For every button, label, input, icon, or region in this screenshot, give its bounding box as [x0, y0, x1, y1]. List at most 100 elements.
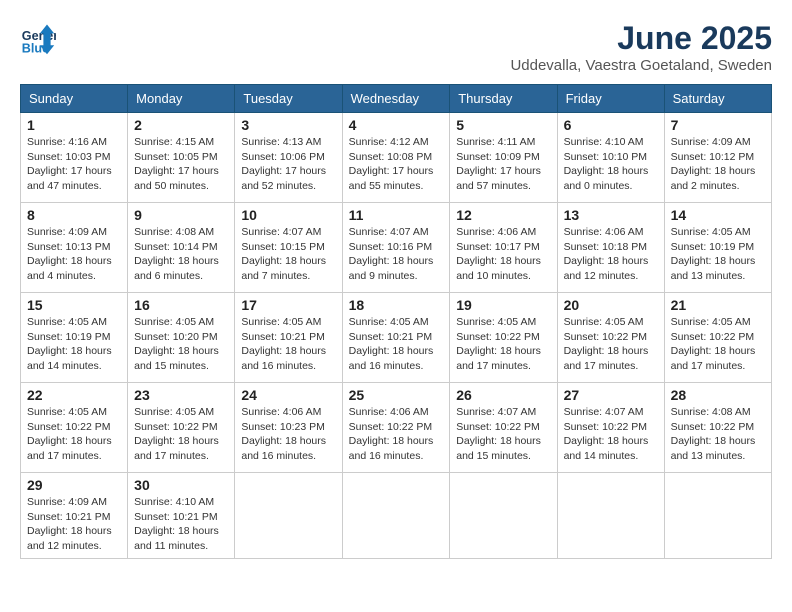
day-number: 1	[27, 117, 121, 133]
day-info: Sunrise: 4:09 AM Sunset: 10:21 PM Daylig…	[27, 495, 121, 554]
calendar-cell: 15 Sunrise: 4:05 AM Sunset: 10:19 PM Dayl…	[21, 293, 128, 383]
day-number: 23	[134, 387, 228, 403]
day-info: Sunrise: 4:06 AM Sunset: 10:18 PM Daylig…	[564, 225, 658, 284]
calendar-week-row: 1 Sunrise: 4:16 AM Sunset: 10:03 PM Dayli…	[21, 113, 772, 203]
day-info: Sunrise: 4:08 AM Sunset: 10:22 PM Daylig…	[671, 405, 765, 464]
calendar-cell: 21 Sunrise: 4:05 AM Sunset: 10:22 PM Dayl…	[664, 293, 771, 383]
calendar-cell: 27 Sunrise: 4:07 AM Sunset: 10:22 PM Dayl…	[557, 383, 664, 473]
calendar-cell: 11 Sunrise: 4:07 AM Sunset: 10:16 PM Dayl…	[342, 203, 450, 293]
calendar-week-row: 29 Sunrise: 4:09 AM Sunset: 10:21 PM Dayl…	[21, 473, 772, 559]
day-number: 16	[134, 297, 228, 313]
day-info: Sunrise: 4:08 AM Sunset: 10:14 PM Daylig…	[134, 225, 228, 284]
day-info: Sunrise: 4:05 AM Sunset: 10:21 PM Daylig…	[349, 315, 444, 374]
day-number: 6	[564, 117, 658, 133]
day-number: 14	[671, 207, 765, 223]
weekday-header-sunday: Sunday	[21, 85, 128, 113]
day-info: Sunrise: 4:11 AM Sunset: 10:09 PM Daylig…	[456, 135, 550, 194]
day-info: Sunrise: 4:05 AM Sunset: 10:22 PM Daylig…	[671, 315, 765, 374]
calendar-cell: 4Sunrise: 4:12 AM Sunset: 10:08 PM Dayli…	[342, 113, 450, 203]
day-number: 9	[134, 207, 228, 223]
day-info: Sunrise: 4:10 AM Sunset: 10:10 PM Daylig…	[564, 135, 658, 194]
day-number: 22	[27, 387, 121, 403]
calendar-week-row: 22 Sunrise: 4:05 AM Sunset: 10:22 PM Dayl…	[21, 383, 772, 473]
location-title: Uddevalla, Vaestra Goetaland, Sweden	[510, 57, 772, 74]
day-info: Sunrise: 4:05 AM Sunset: 10:21 PM Daylig…	[241, 315, 335, 374]
day-info: Sunrise: 4:07 AM Sunset: 10:16 PM Daylig…	[349, 225, 444, 284]
day-number: 30	[134, 477, 228, 493]
day-number: 5	[456, 117, 550, 133]
calendar-cell: 8Sunrise: 4:09 AM Sunset: 10:13 PM Dayli…	[21, 203, 128, 293]
day-info: Sunrise: 4:07 AM Sunset: 10:22 PM Daylig…	[456, 405, 550, 464]
day-number: 10	[241, 207, 335, 223]
month-title: June 2025	[510, 20, 772, 57]
calendar-cell: 19Sunrise: 4:05 AM Sunset: 10:22 PM Dayl…	[450, 293, 557, 383]
calendar-cell	[342, 473, 450, 559]
calendar-cell: 30Sunrise: 4:10 AM Sunset: 10:21 PM Dayl…	[128, 473, 235, 559]
day-number: 26	[456, 387, 550, 403]
calendar-cell: 14 Sunrise: 4:05 AM Sunset: 10:19 PM Dayl…	[664, 203, 771, 293]
calendar-cell: 18 Sunrise: 4:05 AM Sunset: 10:21 PM Dayl…	[342, 293, 450, 383]
calendar-week-row: 8Sunrise: 4:09 AM Sunset: 10:13 PM Dayli…	[21, 203, 772, 293]
calendar-cell	[235, 473, 342, 559]
day-info: Sunrise: 4:16 AM Sunset: 10:03 PM Daylig…	[27, 135, 121, 194]
day-info: Sunrise: 4:15 AM Sunset: 10:05 PM Daylig…	[134, 135, 228, 194]
day-number: 25	[349, 387, 444, 403]
day-info: Sunrise: 4:05 AM Sunset: 10:19 PM Daylig…	[27, 315, 121, 374]
calendar-cell	[450, 473, 557, 559]
calendar-cell	[664, 473, 771, 559]
day-number: 21	[671, 297, 765, 313]
day-number: 3	[241, 117, 335, 133]
day-info: Sunrise: 4:12 AM Sunset: 10:08 PM Daylig…	[349, 135, 444, 194]
weekday-header-row: SundayMondayTuesdayWednesdayThursdayFrid…	[21, 85, 772, 113]
calendar-cell	[557, 473, 664, 559]
day-number: 15	[27, 297, 121, 313]
day-number: 28	[671, 387, 765, 403]
calendar-cell: 2 Sunrise: 4:15 AM Sunset: 10:05 PM Dayli…	[128, 113, 235, 203]
calendar-cell: 25Sunrise: 4:06 AM Sunset: 10:22 PM Dayl…	[342, 383, 450, 473]
day-number: 7	[671, 117, 765, 133]
weekday-header-wednesday: Wednesday	[342, 85, 450, 113]
day-info: Sunrise: 4:06 AM Sunset: 10:23 PM Daylig…	[241, 405, 335, 464]
day-number: 20	[564, 297, 658, 313]
day-number: 24	[241, 387, 335, 403]
calendar-cell: 16 Sunrise: 4:05 AM Sunset: 10:20 PM Dayl…	[128, 293, 235, 383]
day-info: Sunrise: 4:06 AM Sunset: 10:17 PM Daylig…	[456, 225, 550, 284]
page-header: General Blue June 2025 Uddevalla, Vaestr…	[20, 20, 772, 74]
logo: General Blue	[20, 20, 60, 56]
day-number: 29	[27, 477, 121, 493]
calendar-cell: 20 Sunrise: 4:05 AM Sunset: 10:22 PM Dayl…	[557, 293, 664, 383]
day-info: Sunrise: 4:05 AM Sunset: 10:19 PM Daylig…	[671, 225, 765, 284]
day-info: Sunrise: 4:05 AM Sunset: 10:20 PM Daylig…	[134, 315, 228, 374]
calendar-cell: 12Sunrise: 4:06 AM Sunset: 10:17 PM Dayl…	[450, 203, 557, 293]
calendar-cell: 24 Sunrise: 4:06 AM Sunset: 10:23 PM Dayl…	[235, 383, 342, 473]
calendar-cell: 1 Sunrise: 4:16 AM Sunset: 10:03 PM Dayli…	[21, 113, 128, 203]
day-info: Sunrise: 4:05 AM Sunset: 10:22 PM Daylig…	[456, 315, 550, 374]
day-number: 13	[564, 207, 658, 223]
title-area: June 2025 Uddevalla, Vaestra Goetaland, …	[510, 20, 772, 74]
day-number: 27	[564, 387, 658, 403]
calendar-cell: 13 Sunrise: 4:06 AM Sunset: 10:18 PM Dayl…	[557, 203, 664, 293]
day-number: 17	[241, 297, 335, 313]
calendar-cell: 7 Sunrise: 4:09 AM Sunset: 10:12 PM Dayli…	[664, 113, 771, 203]
day-info: Sunrise: 4:07 AM Sunset: 10:22 PM Daylig…	[564, 405, 658, 464]
calendar-cell: 9 Sunrise: 4:08 AM Sunset: 10:14 PM Dayli…	[128, 203, 235, 293]
calendar-cell: 29 Sunrise: 4:09 AM Sunset: 10:21 PM Dayl…	[21, 473, 128, 559]
logo-icon: General Blue	[20, 20, 56, 56]
day-info: Sunrise: 4:07 AM Sunset: 10:15 PM Daylig…	[241, 225, 335, 284]
day-number: 11	[349, 207, 444, 223]
day-number: 18	[349, 297, 444, 313]
calendar-cell: 5 Sunrise: 4:11 AM Sunset: 10:09 PM Dayli…	[450, 113, 557, 203]
day-number: 2	[134, 117, 228, 133]
day-info: Sunrise: 4:05 AM Sunset: 10:22 PM Daylig…	[134, 405, 228, 464]
calendar-cell: 3 Sunrise: 4:13 AM Sunset: 10:06 PM Dayli…	[235, 113, 342, 203]
day-number: 8	[27, 207, 121, 223]
calendar-cell: 22Sunrise: 4:05 AM Sunset: 10:22 PM Dayl…	[21, 383, 128, 473]
calendar-cell: 23 Sunrise: 4:05 AM Sunset: 10:22 PM Dayl…	[128, 383, 235, 473]
day-info: Sunrise: 4:09 AM Sunset: 10:12 PM Daylig…	[671, 135, 765, 194]
day-info: Sunrise: 4:05 AM Sunset: 10:22 PM Daylig…	[564, 315, 658, 374]
calendar-cell: 6 Sunrise: 4:10 AM Sunset: 10:10 PM Dayli…	[557, 113, 664, 203]
weekday-header-tuesday: Tuesday	[235, 85, 342, 113]
day-info: Sunrise: 4:13 AM Sunset: 10:06 PM Daylig…	[241, 135, 335, 194]
weekday-header-monday: Monday	[128, 85, 235, 113]
weekday-header-friday: Friday	[557, 85, 664, 113]
